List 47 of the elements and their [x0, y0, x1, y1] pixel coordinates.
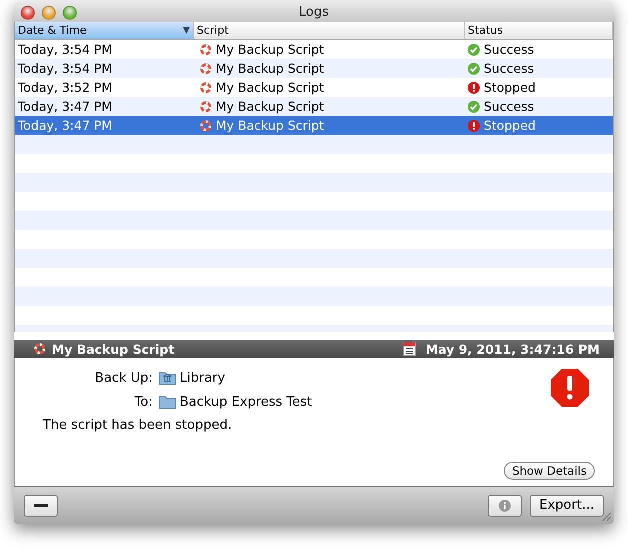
log-row[interactable]: Today, 3:52 PM My Backup Script Stopped	[15, 78, 613, 97]
lifebuoy-icon	[200, 120, 212, 132]
status-text: Success	[484, 42, 534, 57]
field-label: To:	[134, 394, 154, 410]
date-cell-text: Today, 3:52 PM	[17, 80, 114, 95]
info-icon	[499, 500, 511, 512]
detail-timestamp: May 9, 2011, 3:47:16 PM	[426, 342, 600, 356]
zoom-button[interactable]	[63, 6, 77, 20]
column-header[interactable]: Script	[194, 22, 465, 39]
script-name: My Backup Script	[216, 80, 324, 95]
log-row[interactable]: Today, 3:54 PM My Backup Script Success	[15, 40, 613, 59]
status-message: The script has been stopped.	[43, 418, 234, 433]
info-button[interactable]	[488, 494, 522, 516]
status-text: Success	[484, 61, 534, 76]
date-cell-text: Today, 3:54 PM	[17, 42, 114, 57]
log-row[interactable]: Today, 3:54 PM My Backup Script Success	[15, 59, 613, 78]
calendar-icon	[402, 342, 416, 356]
status-text: Stopped	[484, 118, 536, 133]
date-cell-text: Today, 3:47 PM	[17, 118, 114, 133]
lifebuoy-icon	[200, 44, 212, 56]
date-cell-text: Today, 3:47 PM	[17, 99, 114, 114]
status-text: Stopped	[484, 80, 536, 95]
date-cell-text: Today, 3:54 PM	[17, 61, 114, 76]
log-row[interactable]: Today, 3:47 PM My Backup Script Success	[15, 97, 613, 116]
script-name: My Backup Script	[216, 118, 324, 133]
lifebuoy-icon	[200, 82, 212, 94]
minimize-button[interactable]	[42, 6, 56, 20]
remove-button[interactable]	[24, 494, 58, 516]
column-header[interactable]: Status	[465, 22, 613, 39]
field-value: Backup Express Test	[180, 394, 312, 410]
script-name: My Backup Script	[216, 61, 324, 76]
minus-icon	[34, 504, 48, 507]
script-name: My Backup Script	[216, 99, 324, 114]
status-text: Success	[484, 99, 534, 114]
export-button[interactable]: Export...	[530, 494, 604, 516]
show-details-button[interactable]: Show Details	[504, 462, 595, 480]
lifebuoy-icon	[200, 62, 212, 74]
column-header[interactable]: Date & Time ▼	[15, 22, 194, 39]
lifebuoy-icon	[200, 100, 212, 112]
detail-script-name: My Backup Script	[52, 342, 176, 356]
lifebuoy-icon	[34, 343, 46, 355]
field-label: Back Up:	[94, 370, 154, 386]
script-name: My Backup Script	[216, 42, 324, 57]
field-value: Library	[180, 370, 226, 386]
log-row[interactable]: Today, 3:47 PM My Backup Script Stopped	[15, 116, 613, 135]
window-title: Logs	[299, 4, 329, 20]
close-button[interactable]	[21, 6, 35, 20]
